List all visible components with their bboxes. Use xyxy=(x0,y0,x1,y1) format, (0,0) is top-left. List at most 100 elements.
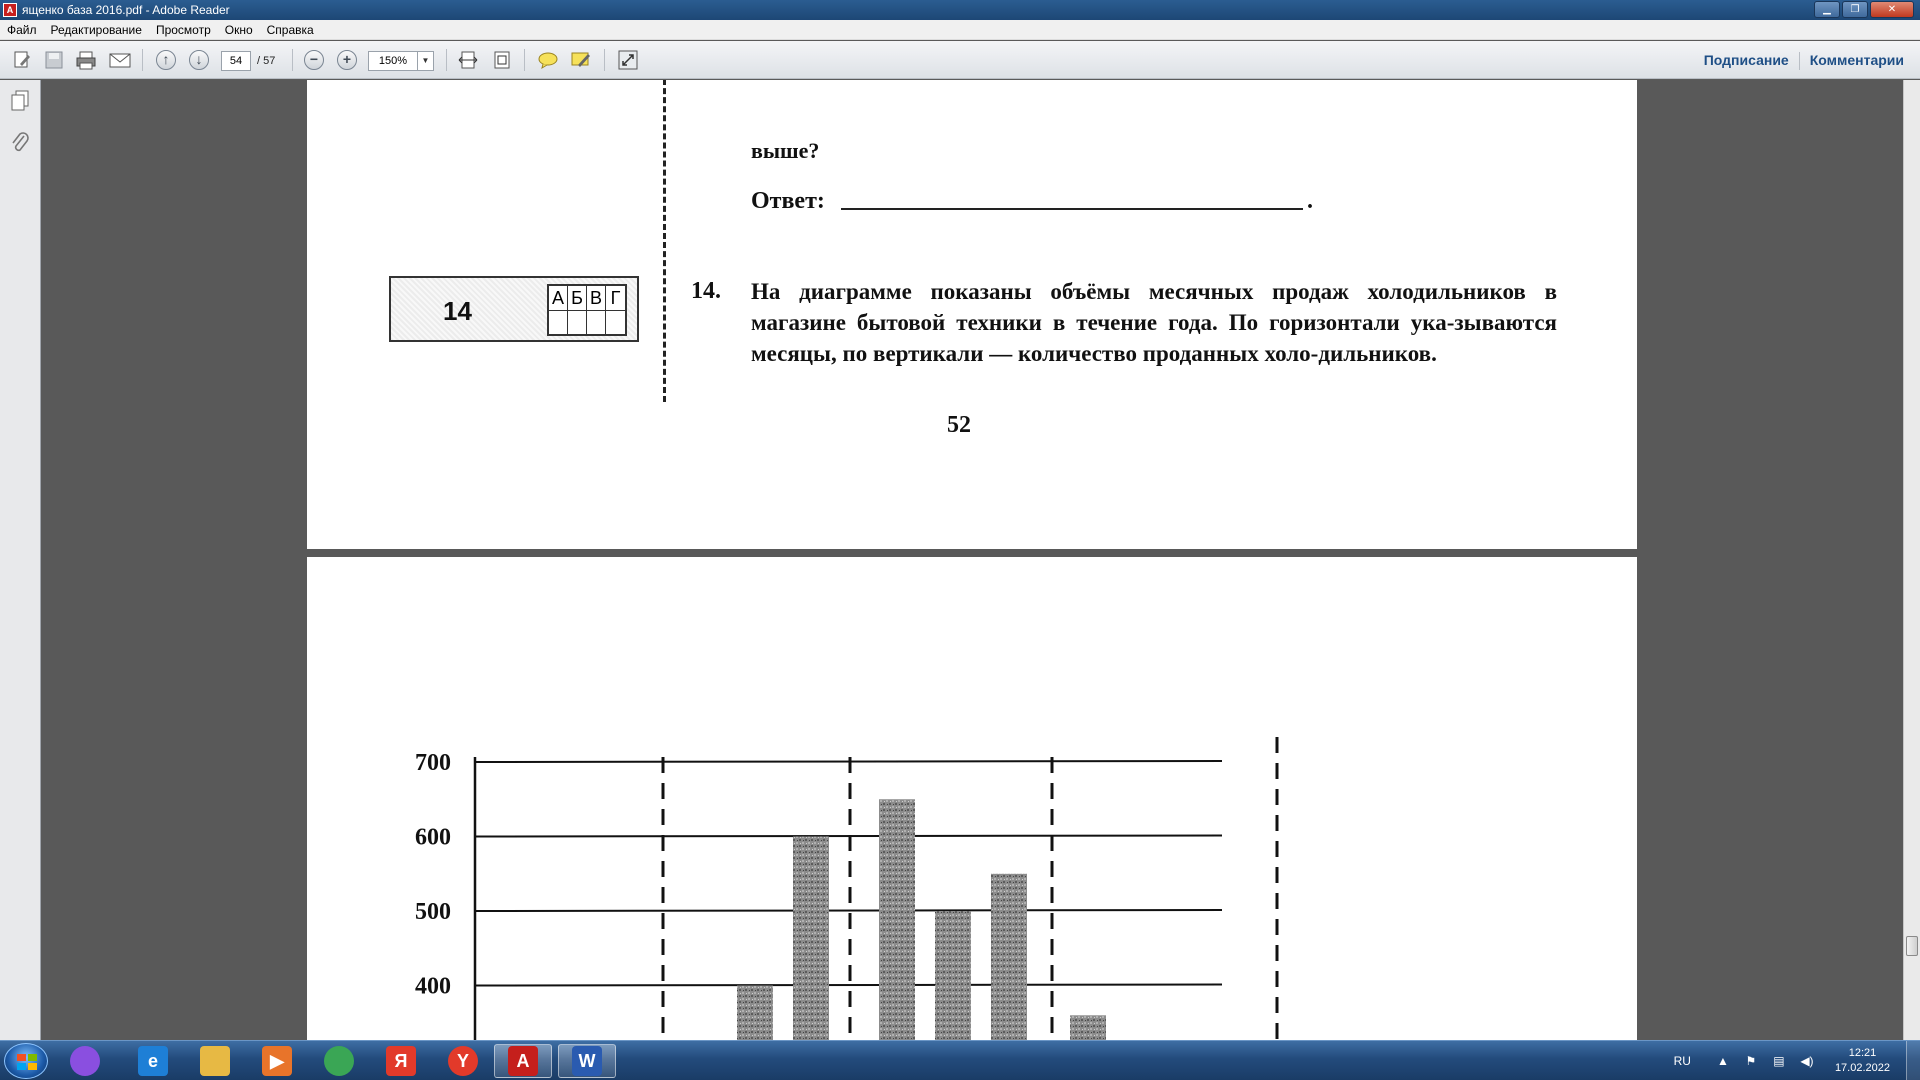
highlight-icon[interactable] xyxy=(569,49,593,71)
file-explorer-icon xyxy=(200,1046,230,1076)
chart-bar xyxy=(1070,1015,1106,1040)
question-14-number: 14. xyxy=(691,278,721,304)
start-button[interactable] xyxy=(4,1043,48,1079)
menu-help[interactable]: Справка xyxy=(260,20,321,39)
zoom-select[interactable]: 150% ▼ xyxy=(368,51,434,71)
zoom-out-button[interactable]: − xyxy=(302,49,326,71)
full-screen-icon[interactable] xyxy=(616,49,640,71)
question-13-tail: выше? xyxy=(751,138,820,163)
create-pdf-icon[interactable] xyxy=(10,49,34,71)
blank-cell xyxy=(606,311,625,334)
page-number-input[interactable]: 54 xyxy=(221,51,251,71)
email-icon[interactable] xyxy=(108,49,132,71)
chart-bar xyxy=(935,911,971,1040)
window-controls: ▁ ❐ ✕ xyxy=(1814,1,1914,18)
pdf-page: выше? Ответ: . 14 А Б В Г 14. На диаграм… xyxy=(307,80,1637,549)
pdf-page: 700 600 500 400 xyxy=(307,557,1637,1040)
chart-bar xyxy=(879,799,915,1040)
page-total: / 57 xyxy=(257,55,276,67)
y-tick-label: 400 xyxy=(415,974,451,1000)
word-icon: W xyxy=(572,1046,602,1076)
taskbar-button[interactable]: Я xyxy=(372,1044,430,1078)
maximize-button[interactable]: ❐ xyxy=(1842,1,1868,18)
menu-edit[interactable]: Редактирование xyxy=(44,20,149,39)
y-tick-label: 700 xyxy=(415,750,451,776)
taskbar-button[interactable]: W xyxy=(558,1044,616,1078)
clock[interactable]: 12:21 17.02.2022 xyxy=(1835,1046,1890,1076)
letter-cell: А xyxy=(549,286,568,311)
adobe-reader-icon: A xyxy=(3,3,17,17)
answer-letter-grid: А Б В Г xyxy=(547,284,627,336)
comments-link[interactable]: Комментарии xyxy=(1800,52,1914,70)
menu-view[interactable]: Просмотр xyxy=(149,20,218,39)
taskbar-button[interactable] xyxy=(310,1044,368,1078)
alice-icon xyxy=(70,1046,100,1076)
toolbar-right-panel: Подписание Комментарии xyxy=(1694,52,1914,70)
language-indicator[interactable]: RU xyxy=(1674,1054,1691,1068)
letter-cell: Г xyxy=(606,286,625,311)
taskbar: e ▶ Я Y A W RU ▲ ⚑ ▤ ◀) 12:21 17.02.2022 xyxy=(0,1040,1920,1080)
media-player-icon: ▶ xyxy=(262,1046,292,1076)
vertical-scrollbar[interactable] xyxy=(1903,80,1920,1040)
show-desktop-button[interactable] xyxy=(1906,1041,1920,1080)
volume-icon[interactable]: ◀) xyxy=(1799,1053,1815,1069)
previous-page-button[interactable]: ↑ xyxy=(154,49,178,71)
minimize-button[interactable]: ▁ xyxy=(1814,1,1840,18)
chart-bar xyxy=(991,873,1027,1040)
internet-explorer-icon: e xyxy=(138,1046,168,1076)
attachments-icon[interactable] xyxy=(10,132,30,154)
blank-cell xyxy=(549,311,568,334)
navigation-pane xyxy=(0,80,41,1040)
taskbar-button[interactable] xyxy=(56,1044,114,1078)
action-center-flag-icon[interactable]: ⚑ xyxy=(1743,1053,1759,1069)
chrome-icon xyxy=(324,1046,354,1076)
next-page-button[interactable]: ↓ xyxy=(187,49,211,71)
menu-bar: Файл Редактирование Просмотр Окно Справк… xyxy=(0,20,1920,40)
print-icon[interactable] xyxy=(74,49,98,71)
toolbar-separator xyxy=(524,49,525,71)
zoom-value[interactable]: 150% xyxy=(369,52,417,70)
comment-icon[interactable] xyxy=(536,49,560,71)
taskbar-button[interactable]: e xyxy=(124,1044,182,1078)
yandex-browser-icon: Y xyxy=(448,1046,478,1076)
bar-chart: 700 600 500 400 xyxy=(415,737,1279,1040)
y-tick-label: 500 xyxy=(415,899,451,925)
page-thumbnails-icon[interactable] xyxy=(10,90,30,112)
plus-icon: + xyxy=(337,50,357,70)
blank-cell xyxy=(587,311,606,334)
y-axis-tick-labels: 700 600 500 400 xyxy=(415,750,451,1000)
taskbar-button[interactable] xyxy=(186,1044,244,1078)
system-tray: RU ▲ ⚑ ▤ ◀) 12:21 17.02.2022 xyxy=(1674,1041,1920,1080)
blank-cell xyxy=(568,311,587,334)
zoom-in-button[interactable]: + xyxy=(335,49,359,71)
taskbar-button[interactable]: A xyxy=(494,1044,552,1078)
question-14-text: На диаграмме показаны объёмы месячных пр… xyxy=(751,279,1557,366)
y-tick-label: 600 xyxy=(415,825,451,851)
network-icon[interactable]: ▤ xyxy=(1771,1053,1787,1069)
answer-box-number: 14 xyxy=(443,296,472,326)
letter-cell: Б xyxy=(568,286,587,311)
fit-width-icon[interactable] xyxy=(456,49,480,71)
toolbar-separator xyxy=(292,49,293,71)
show-hidden-icons-icon[interactable]: ▲ xyxy=(1715,1053,1731,1069)
menu-file[interactable]: Файл xyxy=(0,20,44,39)
chevron-down-icon[interactable]: ▼ xyxy=(417,52,433,70)
menu-window[interactable]: Окно xyxy=(218,20,260,39)
taskbar-button[interactable]: ▶ xyxy=(248,1044,306,1078)
sign-link[interactable]: Подписание xyxy=(1694,52,1799,70)
windows-logo-icon xyxy=(17,1054,37,1070)
minus-icon: − xyxy=(304,50,324,70)
scrollbar-thumb[interactable] xyxy=(1906,936,1918,956)
dashed-margin-line xyxy=(663,80,666,402)
document-viewport[interactable]: выше? Ответ: . 14 А Б В Г 14. На диаграм… xyxy=(41,80,1903,1040)
save-icon[interactable] xyxy=(42,49,66,71)
chart-bar xyxy=(737,985,773,1040)
chart-bar xyxy=(793,836,829,1040)
letter-cell: В xyxy=(587,286,606,311)
close-button[interactable]: ✕ xyxy=(1870,1,1914,18)
taskbar-button[interactable]: Y xyxy=(434,1044,492,1078)
fit-page-icon[interactable] xyxy=(490,49,514,71)
answer-box: 14 А Б В Г xyxy=(389,276,639,342)
yandex-icon: Я xyxy=(386,1046,416,1076)
arrow-down-icon: ↓ xyxy=(189,50,209,70)
